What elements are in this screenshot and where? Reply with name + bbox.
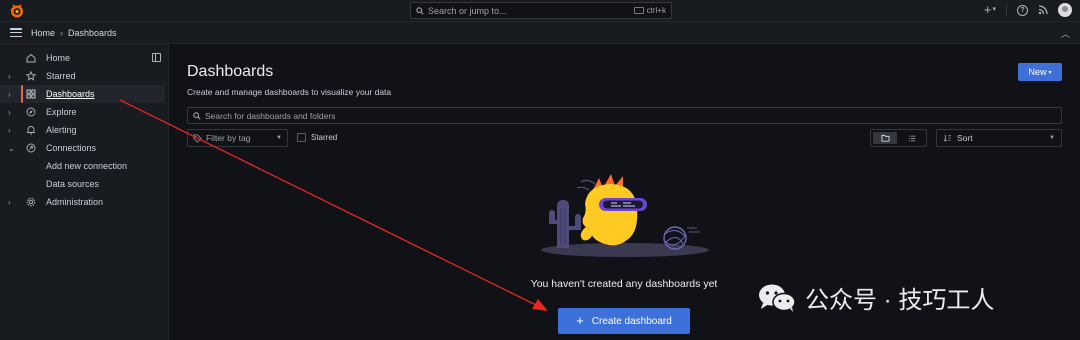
sidebar-item-connections[interactable]: ⌄ Connections bbox=[0, 139, 165, 157]
add-new-button[interactable]: + ▾ bbox=[984, 3, 996, 17]
chevron-down-icon[interactable]: ⌄ bbox=[8, 144, 15, 153]
sidebar-item-label: Add new connection bbox=[46, 161, 128, 171]
chevron-down-icon: ▼ bbox=[1049, 135, 1055, 141]
sidebar-item-label: Data sources bbox=[46, 179, 100, 189]
breadcrumb: Home › Dashboards ︿ bbox=[0, 22, 1080, 44]
shortcut-label: ctrl+k bbox=[646, 6, 666, 15]
breadcrumb-home[interactable]: Home bbox=[31, 28, 55, 38]
sidebar-item-alerting[interactable]: › Alerting bbox=[0, 121, 165, 139]
breadcrumb-separator: › bbox=[60, 27, 64, 38]
compass-icon bbox=[26, 107, 36, 117]
sidebar-item-label: Starred bbox=[46, 71, 76, 81]
menu-icon[interactable] bbox=[10, 28, 22, 37]
dashboard-search-placeholder: Search for dashboards and folders bbox=[205, 110, 336, 121]
divider bbox=[1006, 4, 1007, 16]
star-icon bbox=[26, 71, 36, 81]
help-icon[interactable]: ? bbox=[1017, 4, 1028, 16]
sort-select[interactable]: Sort ▼ bbox=[936, 129, 1062, 147]
sidebar-item-explore[interactable]: › Explore bbox=[0, 103, 165, 121]
sidebar-item-administration[interactable]: › Administration bbox=[0, 193, 165, 211]
sidebar-item-label: Explore bbox=[46, 107, 77, 117]
list-view-button[interactable] bbox=[900, 132, 924, 144]
chevron-right-icon[interactable]: › bbox=[8, 126, 11, 135]
new-button-label: New bbox=[1028, 67, 1047, 77]
rss-icon[interactable] bbox=[1038, 5, 1048, 15]
tag-filter-select[interactable]: Filter by tag ▼ bbox=[187, 129, 288, 147]
search-icon bbox=[193, 111, 201, 120]
sort-label: Sort bbox=[957, 133, 973, 143]
sidebar-item-data-sources[interactable]: Data sources bbox=[0, 175, 165, 193]
sidebar-item-label: Home bbox=[46, 53, 71, 63]
breadcrumb-current: Dashboards bbox=[68, 27, 117, 38]
starred-checkbox[interactable] bbox=[297, 133, 306, 142]
folder-view-button[interactable] bbox=[873, 132, 897, 144]
chevron-right-icon[interactable]: › bbox=[8, 108, 11, 117]
search-icon bbox=[416, 6, 424, 15]
keyboard-icon bbox=[633, 7, 644, 14]
active-indicator bbox=[21, 85, 23, 103]
chevron-down-icon: ▾ bbox=[1048, 69, 1052, 76]
watermark: 公众号 · 技巧工人 bbox=[757, 280, 994, 315]
wechat-icon bbox=[759, 284, 796, 312]
list-icon bbox=[908, 135, 916, 141]
view-toggle bbox=[870, 129, 927, 147]
home-icon bbox=[26, 53, 36, 63]
starred-label: Starred bbox=[311, 133, 338, 142]
watermark-text: 公众号 · 技巧工人 bbox=[805, 287, 995, 314]
apps-icon bbox=[26, 89, 36, 99]
plus-icon: + bbox=[576, 313, 584, 328]
folder-icon bbox=[881, 134, 889, 142]
top-bar: Search or jump to... ctrl+k + ▾ ? bbox=[0, 0, 1080, 22]
search-placeholder: Search or jump to... bbox=[428, 5, 507, 16]
bell-icon bbox=[27, 126, 35, 135]
keyboard-shortcut-hint: ctrl+k bbox=[633, 6, 666, 15]
grafana-logo-icon[interactable] bbox=[9, 3, 25, 19]
chevron-down-icon: ▼ bbox=[276, 135, 282, 141]
create-dashboard-button[interactable]: + Create dashboard bbox=[558, 308, 690, 334]
chevron-right-icon[interactable]: › bbox=[8, 72, 11, 81]
chevron-right-icon[interactable]: › bbox=[8, 90, 11, 99]
sidebar-item-label: Administration bbox=[46, 197, 104, 207]
tag-icon bbox=[193, 133, 202, 143]
sidebar-item-label: Dashboards bbox=[46, 89, 95, 99]
chevron-down-icon: ▾ bbox=[992, 6, 996, 13]
chevron-right-icon[interactable]: › bbox=[8, 198, 11, 207]
tag-filter-placeholder: Filter by tag bbox=[206, 133, 251, 143]
sidebar-item-home[interactable]: Home bbox=[0, 49, 165, 67]
sidebar-item-label: Connections bbox=[46, 143, 97, 153]
page-subtitle: Create and manage dashboards to visualiz… bbox=[187, 87, 392, 97]
top-right-actions: + ▾ ? bbox=[984, 3, 1072, 17]
sort-icon bbox=[943, 134, 952, 142]
gear-icon bbox=[26, 197, 36, 207]
sidebar-item-dashboards[interactable]: › Dashboards bbox=[0, 85, 165, 103]
new-button[interactable]: New ▾ bbox=[1018, 63, 1062, 81]
empty-state-illustration bbox=[541, 174, 709, 257]
create-dashboard-label: Create dashboard bbox=[591, 315, 672, 327]
page-title: Dashboards bbox=[187, 63, 274, 80]
empty-state-message: You haven't created any dashboards yet bbox=[530, 278, 718, 290]
sidebar-item-label: Alerting bbox=[46, 125, 77, 135]
avatar[interactable] bbox=[1058, 3, 1072, 17]
sidebar: Home › Starred › Dashboards › Explore › … bbox=[0, 44, 169, 340]
link-icon bbox=[26, 143, 36, 153]
sidebar-item-starred[interactable]: › Starred bbox=[0, 67, 165, 85]
chevron-up-icon[interactable]: ︿ bbox=[1061, 27, 1070, 40]
global-search-input[interactable]: Search or jump to... ctrl+k bbox=[410, 2, 672, 19]
plus-icon: + bbox=[983, 2, 992, 17]
dashboard-search-input[interactable]: Search for dashboards and folders bbox=[187, 107, 1062, 124]
sidebar-item-add-new-connection[interactable]: Add new connection bbox=[0, 157, 165, 175]
starred-filter[interactable]: Starred bbox=[297, 133, 337, 142]
